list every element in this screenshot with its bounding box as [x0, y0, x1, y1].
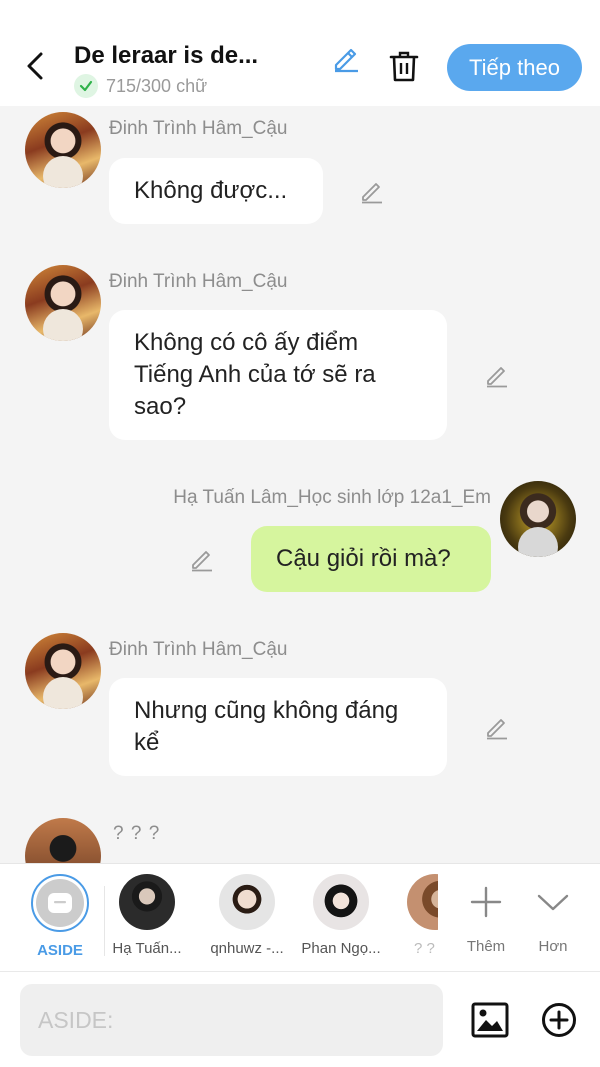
- add-label: Thêm: [466, 938, 506, 955]
- avatar: [119, 874, 175, 930]
- sender-name: Hạ Tuấn Lâm_Học sinh lớp 12a1_Em: [173, 487, 491, 508]
- more-button[interactable]: Hơn: [518, 874, 588, 955]
- edit-message-icon[interactable]: [188, 545, 216, 573]
- avatar[interactable]: [25, 112, 101, 188]
- message-input[interactable]: [20, 984, 443, 1056]
- character-aside[interactable]: ASIDE: [22, 874, 98, 959]
- message-bubble[interactable]: Không được...: [109, 158, 323, 224]
- check-icon: [74, 74, 98, 98]
- plus-icon: [451, 874, 521, 930]
- character-label: Hạ Tuấn...: [112, 940, 182, 957]
- composer: [0, 971, 600, 1067]
- add-circle-icon[interactable]: [539, 1000, 579, 1040]
- next-button[interactable]: Tiếp theo: [447, 44, 582, 91]
- edit-title-icon[interactable]: [328, 40, 364, 76]
- word-count-text: 715/300 chữ: [106, 75, 208, 96]
- character-label: qnhuwz -...: [210, 940, 284, 957]
- avatar[interactable]: [25, 633, 101, 709]
- edit-message-icon[interactable]: [483, 361, 511, 389]
- message-bubble[interactable]: Nhưng cũng không đáng kể: [109, 678, 447, 776]
- sender-name: Đinh Trình Hâm_Cậu: [109, 639, 288, 660]
- avatar: [219, 874, 275, 930]
- chevron-down-icon: [518, 874, 588, 930]
- character-bar: ASIDE Hạ Tuấn... qnhuwz -... Phan Ngọ...…: [0, 863, 600, 971]
- character-label: ? ?: [414, 940, 435, 957]
- divider: [104, 886, 105, 956]
- story-title[interactable]: De leraar is de...: [74, 42, 274, 70]
- character-item[interactable]: Hạ Tuấn...: [109, 874, 185, 957]
- avatar[interactable]: [25, 265, 101, 341]
- add-character-button[interactable]: Thêm: [451, 874, 521, 955]
- back-icon[interactable]: [20, 46, 50, 86]
- character-item[interactable]: ? ?: [400, 874, 438, 957]
- aside-avatar: [31, 874, 89, 932]
- image-icon[interactable]: [470, 1000, 510, 1040]
- character-item[interactable]: qnhuwz -...: [206, 874, 288, 957]
- sender-name: ? ? ?: [113, 823, 161, 844]
- avatar: [407, 874, 438, 930]
- edit-message-icon[interactable]: [483, 713, 511, 741]
- top-bar: De leraar is de... 715/300 chữ Tiếp theo: [0, 0, 600, 106]
- sender-name: Đinh Trình Hâm_Cậu: [109, 271, 288, 292]
- character-label: Phan Ngọ...: [301, 940, 381, 957]
- message-bubble[interactable]: Không có cô ấy điểm Tiếng Anh của tớ sẽ …: [109, 310, 447, 440]
- trash-icon[interactable]: [386, 48, 422, 84]
- sender-name: Đinh Trình Hâm_Cậu: [109, 118, 288, 139]
- avatar: [313, 874, 369, 930]
- avatar[interactable]: [500, 481, 576, 557]
- more-label: Hơn: [538, 938, 568, 955]
- word-count: 715/300 chữ: [74, 74, 207, 98]
- edit-message-icon[interactable]: [358, 177, 386, 205]
- character-label: ASIDE: [37, 942, 83, 959]
- character-item[interactable]: Phan Ngọ...: [300, 874, 382, 957]
- message-bubble[interactable]: Cậu giỏi rồi mà?: [251, 526, 491, 592]
